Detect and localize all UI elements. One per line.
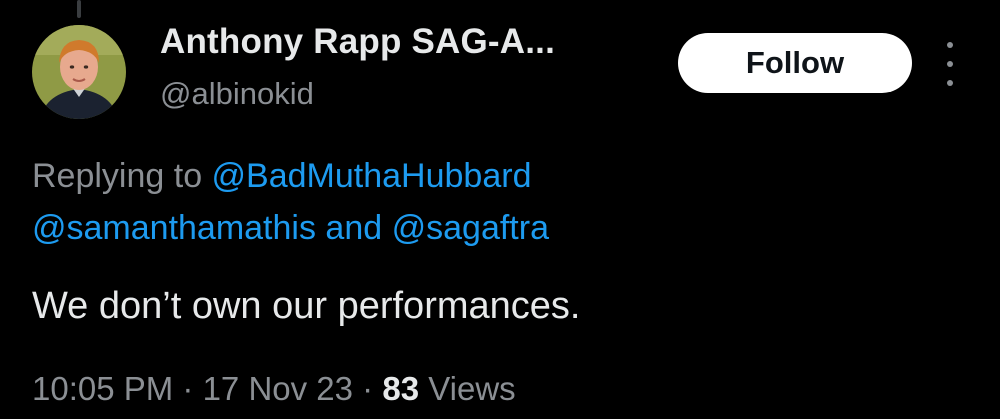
follow-button[interactable]: Follow: [678, 33, 912, 93]
avatar[interactable]: [32, 25, 126, 119]
tweet-text: We don’t own our performances.: [32, 285, 581, 327]
more-vertical-icon[interactable]: [938, 42, 962, 86]
reply-context: Replying to @BadMuthaHubbard @samanthamat…: [32, 150, 932, 254]
mention-link-samanthamathis[interactable]: @samanthamathis: [32, 209, 316, 247]
more-dot: [947, 42, 953, 48]
more-dot: [947, 80, 953, 86]
meta-separator: ·: [173, 370, 203, 407]
reply-context-prefix: Replying to: [32, 157, 212, 195]
mention-link-sagaftra[interactable]: @sagaftra: [392, 209, 549, 247]
tweet-meta: 10:05 PM · 17 Nov 23 · 83 Views: [32, 370, 516, 408]
author-display-name[interactable]: Anthony Rapp SAG-A...: [160, 22, 555, 62]
tweet-date[interactable]: 17 Nov 23: [203, 370, 353, 407]
thread-connector-line: [77, 0, 81, 18]
avatar-image: [32, 25, 126, 119]
mention-link-badmuthahubbard[interactable]: @BadMuthaHubbard: [212, 157, 532, 195]
more-dot: [947, 61, 953, 67]
tweet-time[interactable]: 10:05 PM: [32, 370, 173, 407]
reply-context-conjunction: and: [315, 209, 392, 247]
author-handle[interactable]: @albinokid: [160, 76, 314, 112]
views-count: 83: [382, 370, 420, 407]
views-label: Views: [419, 370, 516, 407]
meta-separator: ·: [353, 370, 383, 407]
